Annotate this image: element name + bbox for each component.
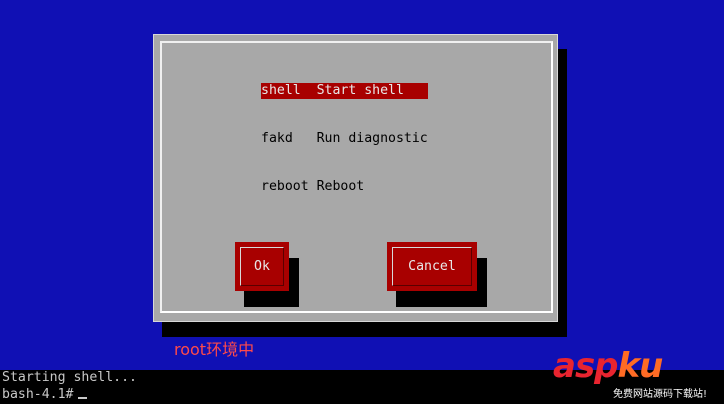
watermark-subtitle: 免费网站源码下载站! — [613, 389, 708, 400]
rescue-dialog: shell Start shell fakd Run diagnostic re… — [153, 34, 558, 322]
wordmark-part1: asp — [553, 346, 619, 386]
annotation-label: root环境中 — [174, 340, 255, 359]
menu-item-shell[interactable]: shell Start shell — [261, 83, 428, 99]
menu-item-desc: Reboot — [316, 179, 365, 194]
ok-button-label: Ok — [254, 259, 270, 274]
rescue-menu: shell Start shell fakd Run diagnostic re… — [261, 51, 428, 227]
menu-item-reboot[interactable]: reboot Reboot — [261, 179, 428, 195]
menu-item-desc: Run diagnostic — [316, 131, 428, 146]
watermark-logo: aspku 免费网站源码下载站! — [553, 346, 724, 404]
terminal-prompt-line: bash-4.1# — [2, 386, 137, 403]
cancel-button-label: Cancel — [408, 259, 456, 274]
terminal-line: Starting shell... — [2, 370, 137, 385]
menu-item-key: fakd — [261, 131, 293, 146]
cancel-button[interactable]: Cancel — [387, 242, 477, 291]
menu-item-fakd[interactable]: fakd Run diagnostic — [261, 131, 428, 147]
cancel-button-face: Cancel — [392, 247, 472, 286]
wordmark-part2: ku — [617, 346, 664, 386]
terminal-output[interactable]: Starting shell... bash-4.1# — [2, 369, 137, 403]
ok-button[interactable]: Ok — [235, 242, 289, 291]
menu-item-key: shell — [261, 83, 301, 98]
ok-button-face: Ok — [240, 247, 284, 286]
menu-item-key: reboot — [261, 179, 309, 194]
watermark-wordmark: aspku — [553, 346, 664, 386]
text-cursor — [78, 397, 88, 399]
menu-item-desc: Start shell — [316, 83, 404, 98]
shell-prompt: bash-4.1# — [2, 387, 74, 402]
